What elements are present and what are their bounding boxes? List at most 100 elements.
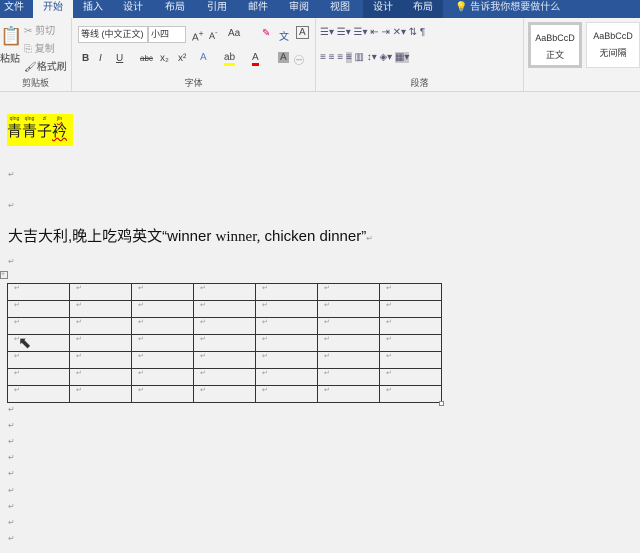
underline-button[interactable]: U bbox=[116, 53, 123, 64]
style-no-spacing[interactable]: AaBbCcD 无间隔 bbox=[586, 22, 640, 68]
table-cell[interactable]: ↵ bbox=[7, 300, 70, 318]
paragraph-mark: ↵ bbox=[8, 534, 15, 543]
tab-home[interactable]: 开始 bbox=[33, 0, 73, 18]
table-cell[interactable]: ↵ bbox=[255, 283, 318, 301]
table-cell[interactable]: ↵ bbox=[131, 283, 194, 301]
superscript-button[interactable]: x² bbox=[178, 53, 186, 64]
table-cell[interactable]: ↵ bbox=[69, 351, 132, 369]
table-cell[interactable]: ↵ bbox=[379, 368, 442, 386]
table-cell[interactable]: ↵ bbox=[379, 300, 442, 318]
enclose-char-icon[interactable]: ㊀ bbox=[294, 52, 304, 67]
char-shading-icon[interactable]: A bbox=[278, 52, 289, 63]
table-cell[interactable]: ↵ bbox=[69, 385, 132, 403]
grow-font-button[interactable]: A+ bbox=[192, 28, 204, 43]
title-with-pinyin[interactable]: qīng 青 qīng 青 zǐ 子 jīn 衿 bbox=[7, 114, 73, 146]
table-row: ↵ ↵ ↵ ↵ ↵ ↵ ↵ bbox=[7, 334, 442, 352]
bold-button[interactable]: B bbox=[82, 53, 89, 64]
font-group: 等线 (中文正文) 小四 A+ A- Aa ✎ 文 A B I U abc x₂… bbox=[72, 18, 316, 91]
table-cell[interactable]: ↵ bbox=[379, 317, 442, 335]
paste-icon[interactable]: 📋 bbox=[0, 26, 22, 47]
clipboard-label: 剪贴板 bbox=[21, 78, 49, 88]
table-cell[interactable]: ↵ bbox=[69, 300, 132, 318]
table-cell[interactable]: ↵ bbox=[69, 283, 132, 301]
cut-button[interactable]: ✂ 剪切 bbox=[24, 22, 55, 37]
table-cell[interactable]: ↵ bbox=[69, 334, 132, 352]
table-cell[interactable]: ↵ bbox=[317, 334, 380, 352]
highlight-icon[interactable]: ab bbox=[224, 52, 236, 66]
table-cell[interactable]: ↵ bbox=[7, 385, 70, 403]
table-cell[interactable]: ↵ bbox=[255, 317, 318, 335]
tab-layout[interactable]: 布局 bbox=[160, 0, 190, 18]
table-cell[interactable]: ↵ bbox=[379, 351, 442, 369]
table-cell[interactable]: ↵ bbox=[255, 334, 318, 352]
table-cell[interactable]: ↵ bbox=[69, 368, 132, 386]
subscript-button[interactable]: x₂ bbox=[160, 53, 169, 64]
list-icons[interactable]: ☰▾ ☰▾ ☰▾ ⇤ ⇥ ✕▾ ⇅ ¶ bbox=[320, 27, 425, 38]
italic-button[interactable]: I bbox=[99, 53, 102, 64]
strikethrough-button[interactable]: abc bbox=[140, 54, 153, 63]
table-cell[interactable]: ↵ bbox=[193, 334, 256, 352]
tab-insert[interactable]: 插入 bbox=[78, 0, 108, 18]
table[interactable]: ↵ ↵ ↵ ↵ ↵ ↵ ↵ ↵ ↵ ↵ ↵ ↵ ↵ ↵ ↵ ↵ ↵ ↵ ↵ ↵ ↵ ↵ ↵ ↵ ↵ ↵ ↵ ↵ ↵ ↵ ↵ ↵ ↵ ↵ ↵ ↵ ↵ ↵ ↵ ↵… bbox=[7, 283, 442, 403]
table-cell[interactable]: ↵ bbox=[379, 334, 442, 352]
format-painter-button[interactable]: 🖌格式刷 bbox=[24, 58, 67, 73]
table-cell[interactable]: ↵ bbox=[69, 317, 132, 335]
table-cell[interactable]: ↵ bbox=[379, 283, 442, 301]
table-cell[interactable]: ↵ bbox=[255, 351, 318, 369]
table-cell[interactable]: ↵ bbox=[7, 317, 70, 335]
tab-mailings[interactable]: 邮件 bbox=[243, 0, 273, 18]
table-cell[interactable]: ↵ bbox=[317, 300, 380, 318]
table-cell[interactable]: ↵ bbox=[7, 351, 70, 369]
table-move-handle[interactable]: + bbox=[0, 271, 8, 279]
table-cell[interactable]: ↵ bbox=[255, 300, 318, 318]
tab-review[interactable]: 审阅 bbox=[284, 0, 314, 18]
tab-references[interactable]: 引用 bbox=[202, 0, 232, 18]
table-cell[interactable]: ↵ bbox=[131, 300, 194, 318]
text-effects-icon[interactable]: A bbox=[200, 52, 207, 63]
align-icons[interactable]: ≡ ≡ ≡ ≡ ▥ ↕▾ ◈▾ ▦▾ bbox=[320, 52, 410, 63]
shrink-font-button[interactable]: A- bbox=[209, 28, 218, 41]
paragraph-mark: ↵ bbox=[8, 201, 15, 210]
copy-button[interactable]: ⎘ 复制 bbox=[24, 40, 55, 55]
table-cell[interactable]: ↵ bbox=[131, 351, 194, 369]
table-cell[interactable]: ↵ bbox=[193, 317, 256, 335]
font-name-select[interactable]: 等线 (中文正文) bbox=[78, 26, 148, 43]
style-normal[interactable]: AaBbCcD 正文 bbox=[528, 22, 582, 68]
table-cell[interactable]: ↵ bbox=[193, 385, 256, 403]
char-border-icon[interactable]: A bbox=[296, 26, 309, 39]
tab-design[interactable]: 设计 bbox=[118, 0, 148, 18]
table-cell[interactable]: ↵ bbox=[131, 368, 194, 386]
change-case-button[interactable]: Aa bbox=[228, 28, 240, 39]
table-cell[interactable]: ↵ bbox=[193, 368, 256, 386]
table-cell[interactable]: ↵ bbox=[193, 351, 256, 369]
paragraph-mark: ↵ bbox=[8, 421, 15, 430]
table-cell[interactable]: ↵ bbox=[317, 317, 380, 335]
table-cell[interactable]: ↵ bbox=[317, 283, 380, 301]
table-cell[interactable]: ↵ bbox=[193, 283, 256, 301]
table-cell[interactable]: ↵ bbox=[379, 385, 442, 403]
tab-table-design[interactable]: 设计 bbox=[363, 0, 403, 18]
table-cell[interactable]: ↵ bbox=[7, 334, 70, 352]
table-cell[interactable]: ↵ bbox=[7, 368, 70, 386]
table-cell[interactable]: ↵ bbox=[317, 385, 380, 403]
table-cell[interactable]: ↵ bbox=[255, 385, 318, 403]
table-cell[interactable]: ↵ bbox=[131, 334, 194, 352]
clear-format-icon[interactable]: ✎ bbox=[262, 28, 270, 39]
table-cell[interactable]: ↵ bbox=[193, 300, 256, 318]
tab-view[interactable]: 视图 bbox=[325, 0, 355, 18]
table-cell[interactable]: ↵ bbox=[317, 351, 380, 369]
font-size-select[interactable]: 小四 bbox=[148, 26, 186, 43]
sentence-paragraph[interactable]: 大吉大利,晚上吃鸡英文“winner winner, chicken dinne… bbox=[8, 225, 373, 246]
paste-button[interactable]: 粘贴 bbox=[0, 50, 20, 65]
table-cell[interactable]: ↵ bbox=[131, 317, 194, 335]
tell-me-search[interactable]: 💡 告诉我你想要做什么 bbox=[455, 0, 560, 16]
phonetic-guide-icon[interactable]: 文 bbox=[279, 28, 289, 43]
font-color-icon[interactable]: A bbox=[252, 52, 259, 66]
table-resize-handle[interactable] bbox=[439, 401, 444, 406]
table-cell[interactable]: ↵ bbox=[317, 368, 380, 386]
tab-table-layout[interactable]: 布局 bbox=[403, 0, 443, 18]
tab-file[interactable]: 文件 bbox=[0, 0, 28, 18]
table-cell[interactable]: ↵ bbox=[131, 385, 194, 403]
table-cell[interactable]: ↵ bbox=[7, 283, 70, 301]
table-cell[interactable]: ↵ bbox=[255, 368, 318, 386]
